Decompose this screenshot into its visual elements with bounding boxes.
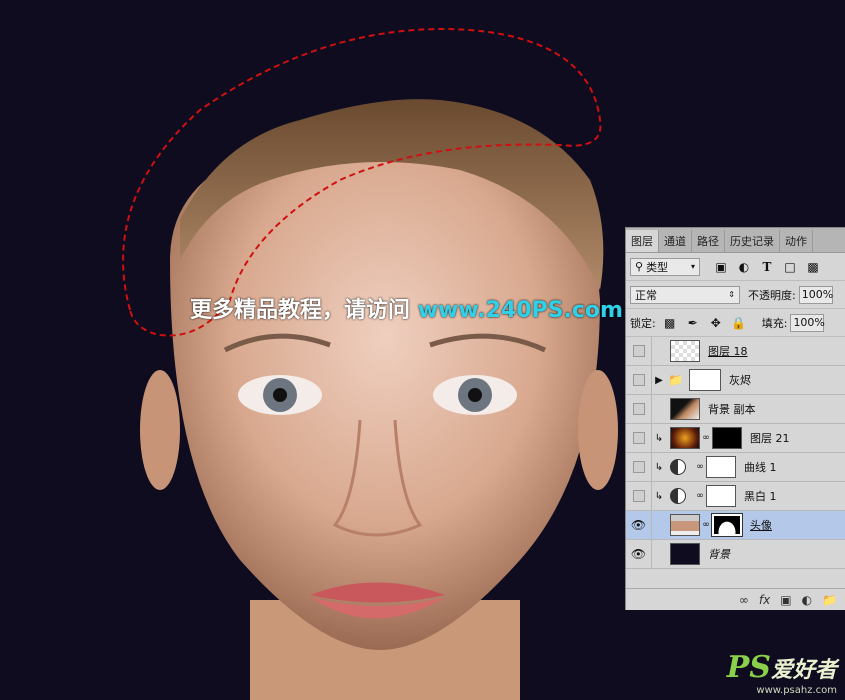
image-filter-icon[interactable]: ▣ bbox=[712, 258, 730, 276]
blend-mode-value: 正常 bbox=[635, 288, 657, 302]
tab-channels[interactable]: 通道 bbox=[659, 230, 692, 252]
blackwhite-adjustment-icon bbox=[670, 488, 686, 504]
opacity-label: 不透明度: bbox=[748, 288, 796, 302]
visibility-toggle[interactable] bbox=[626, 366, 652, 394]
fill-input[interactable]: 100% bbox=[790, 313, 825, 332]
link-icon[interactable]: ∞ bbox=[702, 433, 710, 443]
lock-position-icon[interactable]: ✥ bbox=[707, 314, 725, 332]
hidden-box-icon bbox=[632, 490, 645, 502]
link-icon[interactable]: ∞ bbox=[696, 462, 704, 472]
layer-name: 背景 副本 bbox=[708, 403, 756, 416]
layer-name: 头像 bbox=[750, 519, 772, 532]
eye-icon: 👁 bbox=[630, 518, 647, 532]
watermark: 更多精品教程，请访问 www.240PS.com bbox=[190, 292, 623, 324]
lock-label: 锁定: bbox=[630, 316, 656, 330]
layer-row[interactable]: 👁 背景 bbox=[626, 540, 845, 569]
layer-name: 图层 21 bbox=[750, 432, 790, 445]
lock-transparent-icon[interactable]: ▩ bbox=[661, 314, 679, 332]
layer-mask-thumbnail bbox=[706, 485, 736, 507]
brand-logo: PS爱好者 www.psahz.com bbox=[726, 650, 837, 697]
layer-mask-thumbnail bbox=[712, 427, 742, 449]
tab-paths[interactable]: 路径 bbox=[692, 230, 725, 252]
visibility-toggle[interactable] bbox=[626, 453, 652, 481]
visibility-toggle[interactable] bbox=[626, 337, 652, 365]
hidden-box-icon bbox=[632, 403, 645, 415]
filter-row: ⚲ 类型 ▾ ▣ ◐ T □ ▩ bbox=[626, 253, 845, 281]
layer-row[interactable]: ↳ ∞ 曲线 1 bbox=[626, 453, 845, 482]
layer-name: 黑白 1 bbox=[744, 490, 777, 503]
smartobject-filter-icon[interactable]: ▩ bbox=[804, 258, 822, 276]
link-icon[interactable]: ∞ bbox=[696, 491, 704, 501]
visibility-toggle[interactable]: 👁 bbox=[626, 540, 652, 568]
layer-group-row[interactable]: ▶ 📁 灰烬 bbox=[626, 366, 845, 395]
blend-row: 正常 ⇕ 不透明度: 100% bbox=[626, 281, 845, 309]
tab-history[interactable]: 历史记录 bbox=[725, 230, 780, 252]
layer-mask-thumbnail bbox=[706, 456, 736, 478]
layer-name: 灰烬 bbox=[728, 374, 751, 387]
layer-row[interactable]: 图层 18 bbox=[626, 337, 845, 366]
fill-label: 填充: bbox=[761, 316, 788, 330]
tab-actions[interactable]: 动作 bbox=[780, 230, 813, 252]
visibility-toggle[interactable] bbox=[626, 395, 652, 423]
hidden-box-icon bbox=[632, 461, 645, 473]
layer-thumbnail bbox=[670, 398, 700, 420]
tab-layers[interactable]: 图层 bbox=[626, 230, 659, 252]
visibility-toggle[interactable] bbox=[626, 424, 652, 452]
logo-suffix: 爱好者 bbox=[770, 657, 837, 683]
search-icon: ⚲ bbox=[635, 260, 644, 273]
layer-name: 背景 bbox=[708, 548, 730, 561]
chevron-icon: ⇕ bbox=[728, 290, 735, 299]
lock-paint-icon[interactable]: ✒ bbox=[684, 314, 702, 332]
shape-filter-icon[interactable]: □ bbox=[781, 258, 799, 276]
clip-arrow-icon: ↳ bbox=[654, 432, 664, 444]
lock-all-icon[interactable]: 🔒 bbox=[730, 314, 748, 332]
logo-ps: PS bbox=[726, 650, 771, 685]
adjustment-filter-icon[interactable]: ◐ bbox=[735, 258, 753, 276]
hidden-box-icon bbox=[632, 374, 645, 386]
layer-thumbnail bbox=[670, 340, 700, 362]
layer-row-selected[interactable]: 👁 ∞ 头像 bbox=[626, 511, 845, 540]
layer-thumbnail bbox=[670, 543, 700, 565]
hidden-box-icon bbox=[632, 345, 645, 357]
layer-name: 曲线 1 bbox=[744, 461, 777, 474]
panel-bottom-toolbar: ∞ fx ▣ ◐ 📁 bbox=[626, 588, 845, 610]
fx-icon[interactable]: fx bbox=[759, 593, 770, 607]
layers-panel: 图层 通道 路径 历史记录 动作 ⚲ 类型 ▾ ▣ ◐ T □ ▩ 正常 ⇕ 不… bbox=[625, 227, 845, 610]
layer-thumbnail bbox=[670, 514, 700, 536]
chevron-icon: ▾ bbox=[690, 262, 695, 271]
filter-kind-dropdown[interactable]: ⚲ 类型 ▾ bbox=[630, 257, 700, 276]
opacity-input[interactable]: 100% bbox=[798, 285, 833, 304]
visibility-toggle[interactable] bbox=[626, 482, 652, 510]
layer-row[interactable]: ↳ ∞ 图层 21 bbox=[626, 424, 845, 453]
link-icon[interactable]: ∞ bbox=[702, 520, 710, 530]
add-mask-icon[interactable]: ▣ bbox=[780, 593, 791, 607]
layer-thumbnail bbox=[670, 427, 700, 449]
watermark-text: 更多精品教程，请访问 bbox=[190, 298, 411, 323]
brand-site: www.psahz.com bbox=[756, 685, 837, 696]
new-adjustment-icon[interactable]: ◐ bbox=[802, 593, 812, 607]
blend-mode-dropdown[interactable]: 正常 ⇕ bbox=[630, 285, 740, 304]
layer-name: 图层 18 bbox=[708, 345, 748, 358]
clip-arrow-icon: ↳ bbox=[654, 461, 664, 473]
layer-mask-thumbnail bbox=[711, 513, 743, 537]
panel-tabs: 图层 通道 路径 历史记录 动作 bbox=[626, 228, 845, 253]
link-layers-icon[interactable]: ∞ bbox=[739, 593, 749, 607]
hidden-box-icon bbox=[632, 432, 645, 444]
layer-row[interactable]: 背景 副本 bbox=[626, 395, 845, 424]
clip-arrow-icon: ↳ bbox=[654, 490, 664, 502]
watermark-url: www.240PS.com bbox=[417, 298, 623, 323]
group-mask-thumbnail bbox=[688, 369, 721, 391]
new-group-icon[interactable]: 📁 bbox=[822, 593, 837, 607]
curves-adjustment-icon bbox=[670, 459, 686, 475]
layer-row[interactable]: ↳ ∞ 黑白 1 bbox=[626, 482, 845, 511]
visibility-toggle[interactable]: 👁 bbox=[626, 511, 652, 539]
type-filter-icon[interactable]: T bbox=[758, 258, 776, 276]
eye-icon: 👁 bbox=[630, 547, 647, 561]
filter-label: 类型 bbox=[646, 260, 669, 274]
folder-icon: 📁 bbox=[668, 373, 683, 387]
lock-row: 锁定: ▩ ✒ ✥ 🔒 填充: 100% bbox=[626, 309, 845, 337]
expand-arrow-icon[interactable]: ▶ bbox=[652, 375, 666, 386]
